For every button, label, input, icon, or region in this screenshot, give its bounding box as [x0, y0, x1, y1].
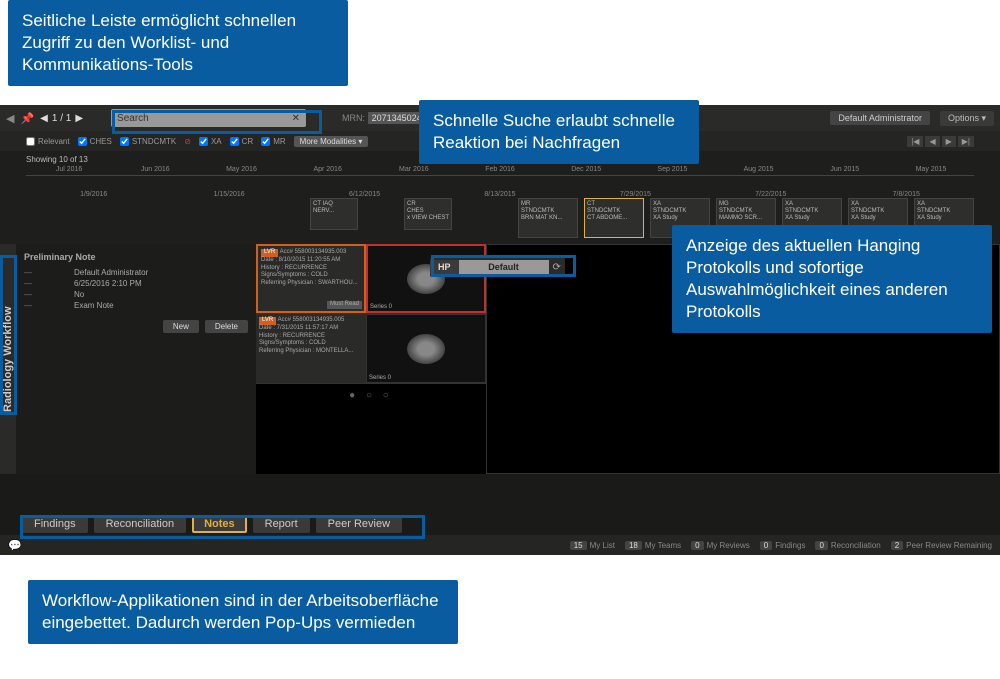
- status-myreviews[interactable]: 0My Reviews: [691, 541, 750, 550]
- series-info: LVR Acc# 558003134935.005 Date : 7/31/20…: [256, 314, 366, 383]
- study-thumb[interactable]: CTSTNDCMTKCT ABDOME...: [584, 198, 644, 238]
- tab-notes[interactable]: Notes: [192, 515, 247, 533]
- user-menu-button[interactable]: Default Administrator: [830, 111, 930, 125]
- status-findings[interactable]: 0Findings: [760, 541, 806, 550]
- series-card[interactable]: LVR Acc# 558003134935.005 Date : 7/31/20…: [256, 314, 486, 384]
- tab-reconciliation[interactable]: Reconciliation: [94, 515, 186, 533]
- mrn-display: MRN: 20713450247: [342, 113, 431, 123]
- chat-icon[interactable]: 💬: [8, 539, 22, 552]
- tab-peer-review[interactable]: Peer Review: [316, 515, 402, 533]
- hp-refresh-icon[interactable]: ⟳: [549, 262, 565, 273]
- pin-icon[interactable]: 📌: [20, 112, 34, 125]
- hanging-protocol-selector[interactable]: HP Default ⟳: [430, 257, 565, 277]
- timeline-dates: 1/9/2016 1/15/2016 6/12/2015 8/13/2015 7…: [26, 191, 974, 198]
- options-button[interactable]: Options ▾: [940, 111, 994, 126]
- timeline-months: Jul 2016 Jun 2016 May 2016 Apr 2016 Mar …: [26, 166, 974, 173]
- series-panel: LVR Acc# 558003134935.003 Date : 8/10/20…: [256, 244, 486, 474]
- status-mylist[interactable]: 15My List: [570, 541, 615, 550]
- series-thumbnail[interactable]: Series 0: [366, 314, 486, 383]
- note-panel: Preliminary Note —Default Administrator …: [16, 244, 256, 474]
- tab-report[interactable]: Report: [253, 515, 310, 533]
- timeline-prev[interactable]: ◀: [925, 136, 939, 147]
- must-read-badge: Must Read: [327, 301, 362, 309]
- mrn-label: MRN:: [342, 113, 365, 123]
- note-title: Preliminary Note: [24, 252, 248, 262]
- page-counter: ◀ 1 / 1 ▶: [40, 113, 83, 124]
- callout-search: Schnelle Suche erlaubt schnelle Reaktion…: [419, 100, 699, 164]
- filter-stndcmtk[interactable]: STNDCMTK: [120, 137, 176, 146]
- filter-relevant[interactable]: Relevant: [26, 137, 70, 146]
- lvr-tag: LVR: [259, 317, 276, 325]
- search-input[interactable]: Search ✕: [111, 109, 306, 127]
- series-info: LVR Acc# 558003134935.003 Date : 8/10/20…: [256, 244, 366, 313]
- prev-icon[interactable]: ◀: [40, 113, 48, 124]
- timeline-first[interactable]: |◀: [907, 136, 923, 147]
- status-peer-review[interactable]: 2Peer Review Remaining: [891, 541, 992, 550]
- study-thumb[interactable]: MRSTNDCMTKBRN MAT KN...: [518, 198, 578, 238]
- timeline-last[interactable]: ▶|: [958, 136, 974, 147]
- pagination-dots[interactable]: ● ○ ○: [256, 384, 486, 407]
- status-myteams[interactable]: 18My Teams: [625, 541, 681, 550]
- search-placeholder: Search: [117, 113, 149, 124]
- series-thumbnail[interactable]: Series 0: [366, 244, 486, 313]
- status-reconciliation[interactable]: 0Reconciliation: [815, 541, 880, 550]
- hp-label: HP: [430, 260, 459, 274]
- filter-ches[interactable]: CHES: [78, 137, 112, 146]
- timeline-next[interactable]: ▶: [942, 136, 956, 147]
- back-icon[interactable]: ◀: [6, 112, 14, 125]
- filter-cr[interactable]: CR: [230, 137, 254, 146]
- lvr-tag: LVR: [261, 249, 278, 257]
- ct-image-icon: [407, 334, 445, 364]
- radiology-workflow-tab[interactable]: Radiology Workflow: [0, 244, 16, 474]
- delete-button[interactable]: Delete: [205, 320, 248, 333]
- timeline-nav: |◀ ◀ ▶ ▶|: [907, 136, 974, 147]
- next-icon[interactable]: ▶: [75, 113, 83, 124]
- study-thumb[interactable]: CR CHES x VIEW CHEST: [404, 198, 452, 230]
- filter-xa[interactable]: XA: [199, 137, 222, 146]
- workflow-tabs: Findings Reconciliation Notes Report Pee…: [22, 515, 402, 533]
- more-modalities-button[interactable]: More Modalities ▾: [294, 136, 369, 147]
- clear-search-icon[interactable]: ✕: [292, 113, 300, 124]
- status-bar: 💬 15My List 18My Teams 0My Reviews 0Find…: [0, 535, 1000, 555]
- callout-workflow-tabs: Workflow-Applikationen sind in der Arbei…: [28, 580, 458, 644]
- filter-mr[interactable]: MR: [261, 137, 285, 146]
- callout-sidebar: Seitliche Leiste ermöglicht schnellen Zu…: [8, 0, 348, 86]
- study-thumb[interactable]: CT IAQ NERV...: [310, 198, 358, 230]
- series-card[interactable]: LVR Acc# 558003134935.003 Date : 8/10/20…: [256, 244, 486, 314]
- tab-findings[interactable]: Findings: [22, 515, 88, 533]
- new-button[interactable]: New: [163, 320, 199, 333]
- hp-value[interactable]: Default: [459, 260, 549, 274]
- callout-hanging-protocol: Anzeige des aktuellen Hanging Protokolls…: [672, 225, 992, 333]
- counter-value: 1 / 1: [52, 113, 71, 124]
- warn-icon: ⊘: [184, 137, 191, 146]
